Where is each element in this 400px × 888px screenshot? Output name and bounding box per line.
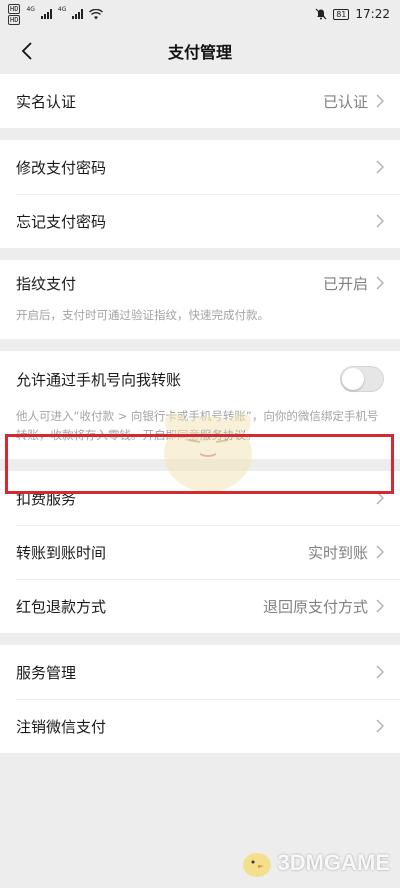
hd-badge: HD (8, 14, 21, 25)
signal-icon (40, 9, 52, 19)
network-label: 4G (26, 5, 35, 13)
clock: 17:22 (355, 7, 390, 21)
wifi-icon (89, 8, 104, 19)
realname-status: 已认证 (323, 91, 384, 112)
chevron-right-icon (376, 491, 384, 505)
hd-badge: HD (8, 3, 21, 14)
cancel-wechat-pay-row[interactable]: 注销微信支付 (0, 699, 400, 753)
section-gap (0, 459, 400, 471)
cancel-wechat-pay-label: 注销微信支付 (16, 717, 107, 736)
battery-icon: 81 (333, 8, 350, 20)
chevron-right-icon (376, 276, 384, 290)
red-packet-refund-value: 退回原支付方式 (262, 597, 368, 616)
service-agreement-link[interactable]: 服务协议 (200, 428, 246, 442)
section-gap (0, 633, 400, 645)
red-packet-refund-status: 退回原支付方式 (263, 596, 384, 617)
change-password-label: 修改支付密码 (16, 158, 107, 177)
chick-logo-icon (242, 853, 271, 877)
fingerprint-group: 指纹支付 已开启 开启后，支付时可通过验证指纹，快速完成付款。 (0, 260, 400, 339)
status-bar: HD HD 4G 4G 81 17:22 (0, 0, 400, 28)
realname-group: 实名认证 已认证 (0, 74, 400, 128)
status-bar-right: 81 17:22 (315, 7, 390, 21)
chevron-right-icon (376, 214, 384, 228)
hd-badges: HD HD (8, 3, 21, 25)
realname-label: 实名认证 (16, 92, 77, 111)
section-gap (0, 248, 400, 260)
manage-group: 服务管理 注销微信支付 (0, 645, 400, 753)
chevron-right-icon (376, 665, 384, 679)
phone-transfer-label: 允许通过手机号向我转账 (16, 370, 182, 389)
toggle-knob (342, 368, 364, 390)
transfer-arrival-row[interactable]: 转账到账时间 实时到账 (0, 525, 400, 579)
forgot-password-row[interactable]: 忘记支付密码 (0, 194, 400, 248)
chevron-right-icon (376, 545, 384, 559)
back-button[interactable] (12, 36, 42, 66)
phone-transfer-toggle[interactable] (340, 366, 384, 392)
deduction-service-label: 扣费服务 (16, 489, 77, 508)
mute-bell-icon (315, 8, 327, 20)
watermark-text: 3DMGAME (277, 850, 390, 875)
nav-bar: 支付管理 (0, 28, 400, 74)
services-group: 扣费服务 转账到账时间 实时到账 红包退款方式 退回原支付方式 (0, 471, 400, 633)
phone-transfer-row: 允许通过手机号向我转账 (0, 351, 400, 407)
red-packet-refund-label: 红包退款方式 (16, 597, 107, 616)
section-gap (0, 339, 400, 351)
fingerprint-row[interactable]: 指纹支付 已开启 (0, 260, 400, 306)
deduction-service-row[interactable]: 扣费服务 (0, 471, 400, 525)
phone-transfer-desc-text: 他人可进入“收付款 > 向银行卡或手机号转账”，向你的微信绑定手机号转账，收款将… (16, 409, 379, 442)
password-group: 修改支付密码 忘记支付密码 (0, 140, 400, 248)
chevron-left-icon (21, 42, 32, 60)
desc-end: 。 (246, 428, 258, 442)
phone-transfer-description: 他人可进入“收付款 > 向银行卡或手机号转账”，向你的微信绑定手机号转账，收款将… (0, 407, 400, 459)
forgot-password-label: 忘记支付密码 (16, 212, 107, 231)
realname-row[interactable]: 实名认证 已认证 (0, 74, 400, 128)
status-bar-left: HD HD 4G 4G (8, 3, 104, 25)
change-password-row[interactable]: 修改支付密码 (0, 140, 400, 194)
phone-transfer-group: 允许通过手机号向我转账 他人可进入“收付款 > 向银行卡或手机号转账”，向你的微… (0, 351, 400, 459)
red-packet-refund-row[interactable]: 红包退款方式 退回原支付方式 (0, 579, 400, 633)
signal-icon (72, 9, 84, 19)
transfer-arrival-value: 实时到账 (307, 543, 368, 562)
service-manage-row[interactable]: 服务管理 (0, 645, 400, 699)
site-watermark: 3DMGAME (240, 848, 390, 878)
chevron-right-icon (376, 160, 384, 174)
transfer-arrival-label: 转账到账时间 (16, 543, 107, 562)
fingerprint-value: 已开启 (322, 274, 368, 293)
network-label: 4G (57, 5, 67, 13)
transfer-arrival-status: 实时到账 (308, 542, 384, 563)
fingerprint-status: 已开启 (323, 273, 384, 294)
page-title: 支付管理 (167, 43, 232, 62)
section-gap (0, 128, 400, 140)
fingerprint-description: 开启后，支付时可通过验证指纹，快速完成付款。 (16, 308, 269, 322)
chevron-right-icon (376, 599, 384, 613)
fingerprint-label: 指纹支付 (16, 274, 77, 293)
service-manage-label: 服务管理 (16, 663, 77, 682)
chevron-right-icon (376, 94, 384, 108)
chevron-right-icon (376, 719, 384, 733)
realname-value: 已认证 (322, 92, 368, 111)
